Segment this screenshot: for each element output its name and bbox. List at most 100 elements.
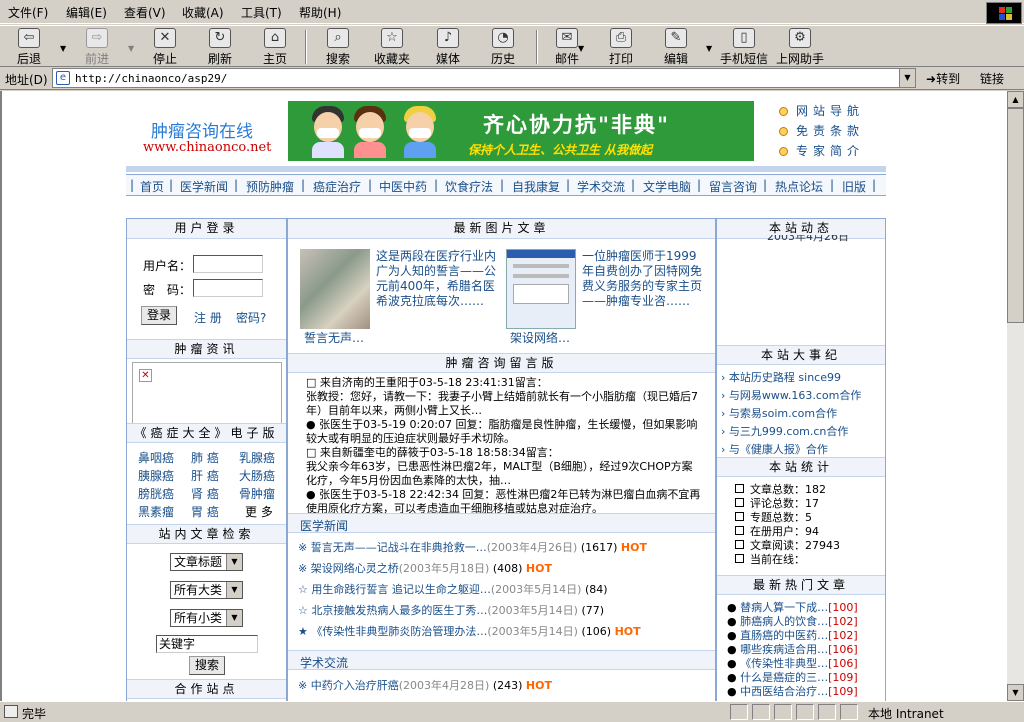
site-news-date[interactable]: 2003年4月26日 [767,235,849,245]
nav-prevention[interactable]: 预防肿瘤 [246,178,294,195]
ebook-item[interactable]: 鼻咽癌 [138,449,174,466]
subcategory-select[interactable]: 所有小类 ▼ [170,609,243,627]
event-item[interactable]: › 本站历史路程 since99 [721,369,883,387]
academic-title[interactable]: 学术交流 [288,650,715,670]
ebook-item[interactable]: 肾 癌 [191,485,219,502]
header-link-sitemap[interactable]: 网站导航 [779,102,864,122]
news-item[interactable]: ※ 誓言无声——记战斗在非典抢救一…(2003年4月26日) (1617) HO… [298,539,708,560]
go-button[interactable]: ➜转到 [926,70,960,87]
mail-dropdown-icon[interactable]: ▼ [578,44,584,53]
ebook-item[interactable]: 大肠癌 [239,467,275,484]
forward-button[interactable]: ⇨ 前进 [80,28,114,66]
password-input[interactable] [193,279,263,297]
hot-article-item[interactable]: ● 哪些疾病适合用…[106] [727,641,883,656]
scroll-down-icon[interactable]: ▼ [1007,684,1024,701]
ebook-item[interactable]: 肝 癌 [191,467,219,484]
media-button[interactable]: ♪ 媒体 [433,28,463,66]
guestbook-entry[interactable]: ● 张医生于03-5-19 0:20:07 回复：脂肪瘤是良性肿瘤，生长缓慢，但… [306,418,701,446]
ebook-item[interactable]: 胰腺癌 [138,467,174,484]
ebook-item[interactable]: 膀胱癌 [138,485,174,502]
address-url[interactable]: http://chinaonco/asp29/ [75,72,227,85]
scroll-thumb[interactable] [1007,108,1024,323]
ebook-item[interactable]: 肺 癌 [191,449,219,466]
nav-tcm[interactable]: 中医中药 [379,178,427,195]
site-logo-url[interactable]: www.chinaonco.net [143,140,271,155]
article-screenshot[interactable] [506,249,576,329]
site-logo[interactable]: 肿瘤咨询在线 [151,117,253,142]
login-button[interactable]: 登录 [141,306,177,325]
guestbook-entry[interactable]: □ 来自新疆奎屯的薛筱于03-5-18 18:58:34留言： [306,446,701,460]
nav-literature[interactable]: 文学电脑 [643,178,691,195]
nav-diet[interactable]: 饮食疗法 [445,178,493,195]
menu-help[interactable]: 帮助(H) [299,4,341,21]
sms-button[interactable]: ▯ 手机短信 [718,28,770,66]
search-submit-button[interactable]: 搜索 [189,656,225,675]
nav-treatment[interactable]: 癌症治疗 [313,178,361,195]
vertical-scrollbar[interactable]: ▲ ▼ [1007,91,1024,701]
menu-favorites[interactable]: 收藏(A) [182,4,224,21]
back-dropdown-icon[interactable]: ▼ [60,44,66,53]
event-item[interactable]: › 与网易www.163.com合作 [721,387,883,405]
guestbook-entry[interactable]: ● 张医生于03-5-18 22:42:34 回复：恶性淋巴瘤2年已转为淋巴瘤白… [306,488,701,516]
ebook-item[interactable]: 胃 癌 [191,503,219,520]
menu-view[interactable]: 查看(V) [124,4,166,21]
username-input[interactable] [193,255,263,273]
hot-article-item[interactable]: ● 替病人算一下成…[100] [727,599,883,614]
news-item[interactable]: ☆ 北京接触发热病人最多的医生丁秀…(2003年5月14日) (77) [298,602,708,623]
menu-file[interactable]: 文件(F) [8,4,48,21]
ebook-item[interactable]: 乳腺癌 [239,449,275,466]
edit-dropdown-icon[interactable]: ▼ [706,44,712,53]
news-item[interactable]: ☆ 用生命践行誓言 追记以生命之躯迎…(2003年5月14日) (84) [298,581,708,602]
nav-home[interactable]: 首页 [140,178,164,195]
address-input[interactable]: e http://chinaonco/asp29/ ▼ [52,68,916,88]
back-button[interactable]: ⇦ 后退 [14,28,44,66]
sars-banner[interactable]: 齐心协力抗"非典" 保持个人卫生、公共卫生 从我做起 [288,101,754,161]
forgot-password-link[interactable]: 密码? [236,309,266,326]
hot-article-item[interactable]: ● 直肠癌的中医药…[102] [727,627,883,642]
news-item[interactable]: ★ 《传染性非典型肺炎防治管理办法…(2003年5月14日) (106) HOT [298,623,708,644]
guestbook-entry[interactable]: 张教授：您好，请教一下：我妻子小臂上结婚前就长有一个小脂肪瘤（现已婚后7年）目前… [306,390,701,418]
article-photo[interactable] [300,249,370,329]
header-link-experts[interactable]: 专家简介 [779,142,864,162]
header-link-disclaimer[interactable]: 免责条款 [779,122,864,142]
links-button[interactable]: 链接 [980,70,1004,87]
favorites-button[interactable]: ☆ 收藏夹 [372,28,412,66]
nav-rehab[interactable]: 自我康复 [512,178,560,195]
search-field-select[interactable]: 文章标题 ▼ [170,553,243,571]
assistant-button[interactable]: ⚙ 上网助手 [775,28,825,66]
category-select[interactable]: 所有大类 ▼ [170,581,243,599]
menu-tools[interactable]: 工具(T) [241,4,282,21]
event-item[interactable]: › 与索易soim.com合作 [721,405,883,423]
scroll-up-icon[interactable]: ▲ [1007,91,1024,108]
nav-med-news[interactable]: 医学新闻 [180,178,228,195]
stop-button[interactable]: ✕ 停止 [150,28,180,66]
photo-article-text[interactable]: 一位肿瘤医师于1999年自费创办了因特网免费义务服务的专家主页——肿瘤专业咨…… [582,249,707,309]
nav-guestbook[interactable]: 留言咨询 [709,178,757,195]
guestbook-entry[interactable]: □ 来自济南的王重阳于03-5-18 23:41:31留言： [306,376,701,390]
forward-dropdown-icon[interactable]: ▼ [128,44,134,53]
nav-old-version[interactable]: 旧版 [842,178,866,195]
menu-edit[interactable]: 编辑(E) [66,4,107,21]
news-item[interactable]: ※ 架设网络心灵之桥(2003年5月18日) (408) HOT [298,560,708,581]
print-button[interactable]: ⎙ 打印 [606,28,636,66]
photo-article-caption[interactable]: 架设网络… [510,329,570,346]
guestbook-entry[interactable]: 我父亲今年63岁，已患恶性淋巴瘤2年，MALT型（B细胞），经过9次CHOP方案… [306,460,701,488]
ebook-item[interactable]: 黑素瘤 [138,503,174,520]
photo-article-caption[interactable]: 誓言无声… [304,329,364,346]
edit-button[interactable]: ✎ 编辑 [661,28,691,66]
hot-article-item[interactable]: ● 中西医结合治疗…[109] [727,683,883,698]
nav-academic[interactable]: 学术交流 [577,178,625,195]
hot-article-item[interactable]: ● 肺癌病人的饮食…[102] [727,613,883,628]
refresh-button[interactable]: ↻ 刷新 [205,28,235,66]
address-dropdown-icon[interactable]: ▼ [899,69,915,87]
med-news-title[interactable]: 医学新闻 [288,513,715,533]
news-item[interactable]: ※ 中药介入治疗肝癌(2003年4月28日) (243) HOT [298,677,708,698]
hot-article-item[interactable]: ● 什么是癌症的三…[109] [727,669,883,684]
history-button[interactable]: ◔ 历史 [488,28,518,66]
register-link[interactable]: 注 册 [194,309,222,326]
search-button[interactable]: ⌕ 搜索 [323,28,353,66]
home-button[interactable]: ⌂ 主页 [260,28,290,66]
event-item[interactable]: › 与三九999.com.cn合作 [721,423,883,441]
photo-article-text[interactable]: 这是两段在医疗行业内广为人知的誓言——公元前400年，希腊名医希波克拉底每次…… [376,249,501,309]
ebook-item[interactable]: 骨肿瘤 [239,485,275,502]
